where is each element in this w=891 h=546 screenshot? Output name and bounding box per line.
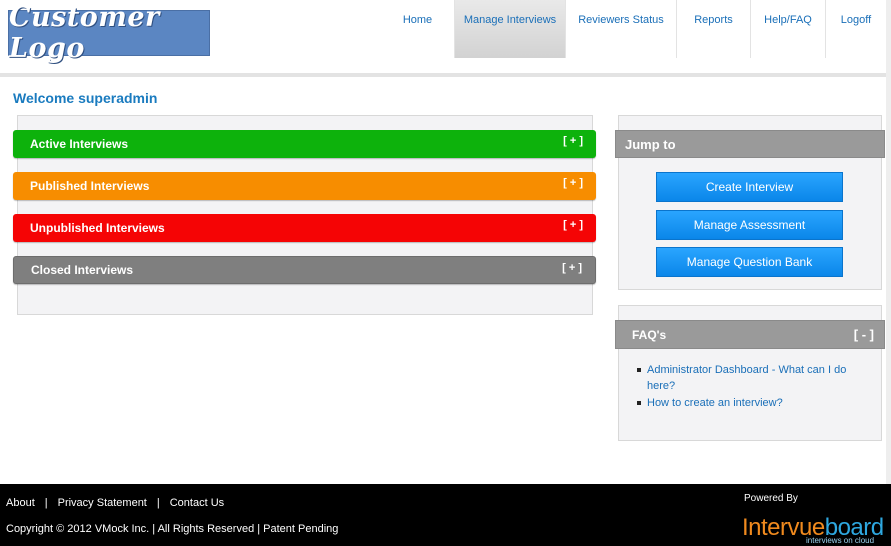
nav-reports[interactable]: Reports xyxy=(677,0,751,58)
footer-links: About | Privacy Statement | Contact Us xyxy=(6,497,224,509)
nav-manage-interviews[interactable]: Manage Interviews xyxy=(455,0,566,58)
footer-link-privacy[interactable]: Privacy Statement xyxy=(58,497,147,509)
footer-separator: | xyxy=(44,497,48,509)
brand-tagline: interviews on cloud xyxy=(806,536,875,545)
footer-link-about[interactable]: About xyxy=(6,497,35,509)
published-interviews-expand[interactable]: [ + ] xyxy=(563,177,583,189)
faq-link-dashboard[interactable]: Administrator Dashboard - What can I do … xyxy=(647,364,846,392)
nav-help-faq[interactable]: Help/FAQ xyxy=(751,0,826,58)
copyright-text: Copyright © 2012 VMock Inc. | All Rights… xyxy=(6,523,339,535)
closed-interviews-label: Closed Interviews xyxy=(31,263,134,277)
faq-item: How to create an interview? xyxy=(637,395,867,411)
active-interviews-label: Active Interviews xyxy=(30,137,129,151)
unpublished-interviews-expand[interactable]: [ + ] xyxy=(563,219,583,231)
unpublished-interviews-label: Unpublished Interviews xyxy=(30,221,165,235)
faq-header: FAQ's [ - ] xyxy=(615,320,885,349)
welcome-message: Welcome superadmin xyxy=(13,90,158,106)
faq-title: FAQ's xyxy=(632,327,667,342)
published-interviews-bar[interactable]: Published Interviews [ + ] xyxy=(13,172,596,200)
powered-by-label: Powered By xyxy=(744,493,798,504)
published-interviews-label: Published Interviews xyxy=(30,179,150,193)
faq-collapse[interactable]: [ - ] xyxy=(854,327,874,342)
create-interview-button[interactable]: Create Interview xyxy=(656,172,843,202)
unpublished-interviews-bar[interactable]: Unpublished Interviews [ + ] xyxy=(13,214,596,242)
manage-question-bank-button[interactable]: Manage Question Bank xyxy=(656,247,843,277)
page: Customer Logo Home Manage Interviews Rev… xyxy=(0,0,891,546)
footer: About | Privacy Statement | Contact Us C… xyxy=(0,484,891,546)
jump-to-header: Jump to xyxy=(615,130,885,158)
active-interviews-expand[interactable]: [ + ] xyxy=(563,135,583,147)
header-divider xyxy=(0,73,891,77)
logo-text: Customer Logo xyxy=(9,2,160,64)
closed-interviews-bar[interactable]: Closed Interviews [ + ] xyxy=(13,256,596,284)
active-interviews-bar[interactable]: Active Interviews [ + ] xyxy=(13,130,596,158)
nav-reviewers-status[interactable]: Reviewers Status xyxy=(566,0,677,58)
right-edge xyxy=(886,0,891,484)
faq-link-create-interview[interactable]: How to create an interview? xyxy=(647,397,783,409)
nav-logoff[interactable]: Logoff xyxy=(826,0,886,58)
closed-interviews-expand[interactable]: [ + ] xyxy=(562,262,582,274)
faq-item: Administrator Dashboard - What can I do … xyxy=(637,362,867,394)
customer-logo[interactable]: Customer Logo xyxy=(8,2,210,64)
faq-list: Administrator Dashboard - What can I do … xyxy=(637,362,867,412)
footer-separator: | xyxy=(156,497,160,509)
footer-link-contact[interactable]: Contact Us xyxy=(170,497,224,509)
manage-assessment-button[interactable]: Manage Assessment xyxy=(656,210,843,240)
nav-home[interactable]: Home xyxy=(381,0,455,58)
main-nav: Home Manage Interviews Reviewers Status … xyxy=(381,0,886,58)
